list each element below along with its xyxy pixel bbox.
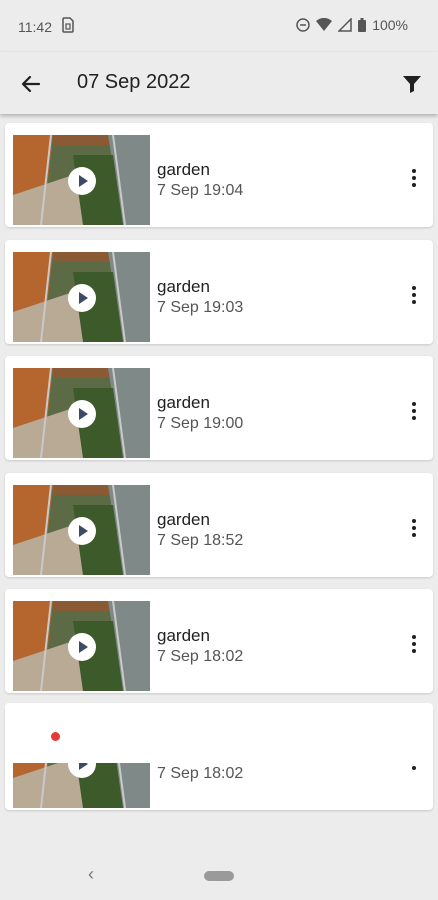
recording-item[interactable]: garden 7 Sep 19:00 — [5, 356, 433, 460]
recording-item[interactable]: garden 7 Sep 19:04 — [5, 123, 433, 227]
more-vert-icon — [411, 285, 417, 304]
filter-button[interactable] — [400, 72, 424, 96]
do-not-disturb-icon — [296, 18, 310, 32]
back-button[interactable] — [18, 71, 44, 97]
play-icon — [68, 283, 96, 312]
nav-home-pill[interactable] — [204, 871, 234, 881]
recording-time: 7 Sep 18:02 — [157, 648, 244, 665]
recording-item[interactable]: garden 7 Sep 19:03 — [5, 239, 433, 344]
arrow-left-icon — [18, 75, 44, 101]
more-options-button[interactable] — [411, 518, 417, 539]
camera-name: garden — [157, 393, 210, 412]
wifi-icon — [316, 18, 333, 32]
page-title: 07 Sep 2022 — [77, 71, 191, 93]
sim-icon — [62, 17, 74, 36]
play-icon — [68, 167, 96, 195]
recording-item[interactable]: garden 7 Sep 18:02 — [5, 589, 433, 693]
recording-time: 7 Sep 19:04 — [157, 182, 244, 199]
battery-percent: 100% — [372, 17, 408, 33]
camera-name: garden — [157, 509, 210, 529]
recording-time: 7 Sep 19:00 — [157, 415, 244, 432]
more-options-button[interactable] — [411, 285, 417, 306]
more-options-button[interactable] — [411, 635, 417, 655]
recording-time: 7 Sep 18:52 — [157, 531, 244, 549]
status-time: 11:42 — [18, 19, 52, 35]
nav-back-icon[interactable]: ‹ — [88, 864, 94, 885]
more-options-button[interactable] — [411, 169, 417, 189]
video-thumbnail[interactable] — [13, 368, 150, 458]
play-icon — [68, 633, 96, 661]
camera-name: garden — [157, 160, 210, 179]
more-options-button[interactable] — [411, 402, 417, 422]
play-icon — [68, 400, 96, 428]
filter-icon — [400, 76, 424, 100]
more-vert-icon — [411, 635, 417, 653]
recording-item[interactable]: garden 7 Sep 18:52 — [5, 472, 433, 577]
battery-icon — [358, 18, 367, 32]
video-thumbnail[interactable] — [13, 251, 150, 342]
list-item-partial[interactable] — [5, 703, 433, 763]
recording-time: 7 Sep 19:03 — [157, 298, 244, 316]
camera-name: garden — [157, 276, 210, 296]
video-thumbnail[interactable] — [13, 135, 150, 225]
more-vert-icon — [411, 402, 417, 420]
camera-name: garden — [157, 626, 210, 645]
status-icons: 100% — [296, 17, 408, 33]
video-thumbnail[interactable] — [13, 601, 150, 691]
red-dot-icon — [51, 732, 60, 741]
signal-icon — [338, 18, 352, 32]
more-vert-icon — [411, 518, 417, 537]
recording-time: 7 Sep 18:02 — [157, 764, 244, 782]
navigation-bar: ‹ — [0, 850, 438, 900]
more-vert-icon — [411, 169, 417, 187]
status-bar: 11:42 100% — [0, 0, 438, 52]
video-thumbnail[interactable] — [13, 484, 150, 575]
app-bar: 07 Sep 2022 — [0, 52, 438, 114]
play-icon — [68, 516, 96, 545]
